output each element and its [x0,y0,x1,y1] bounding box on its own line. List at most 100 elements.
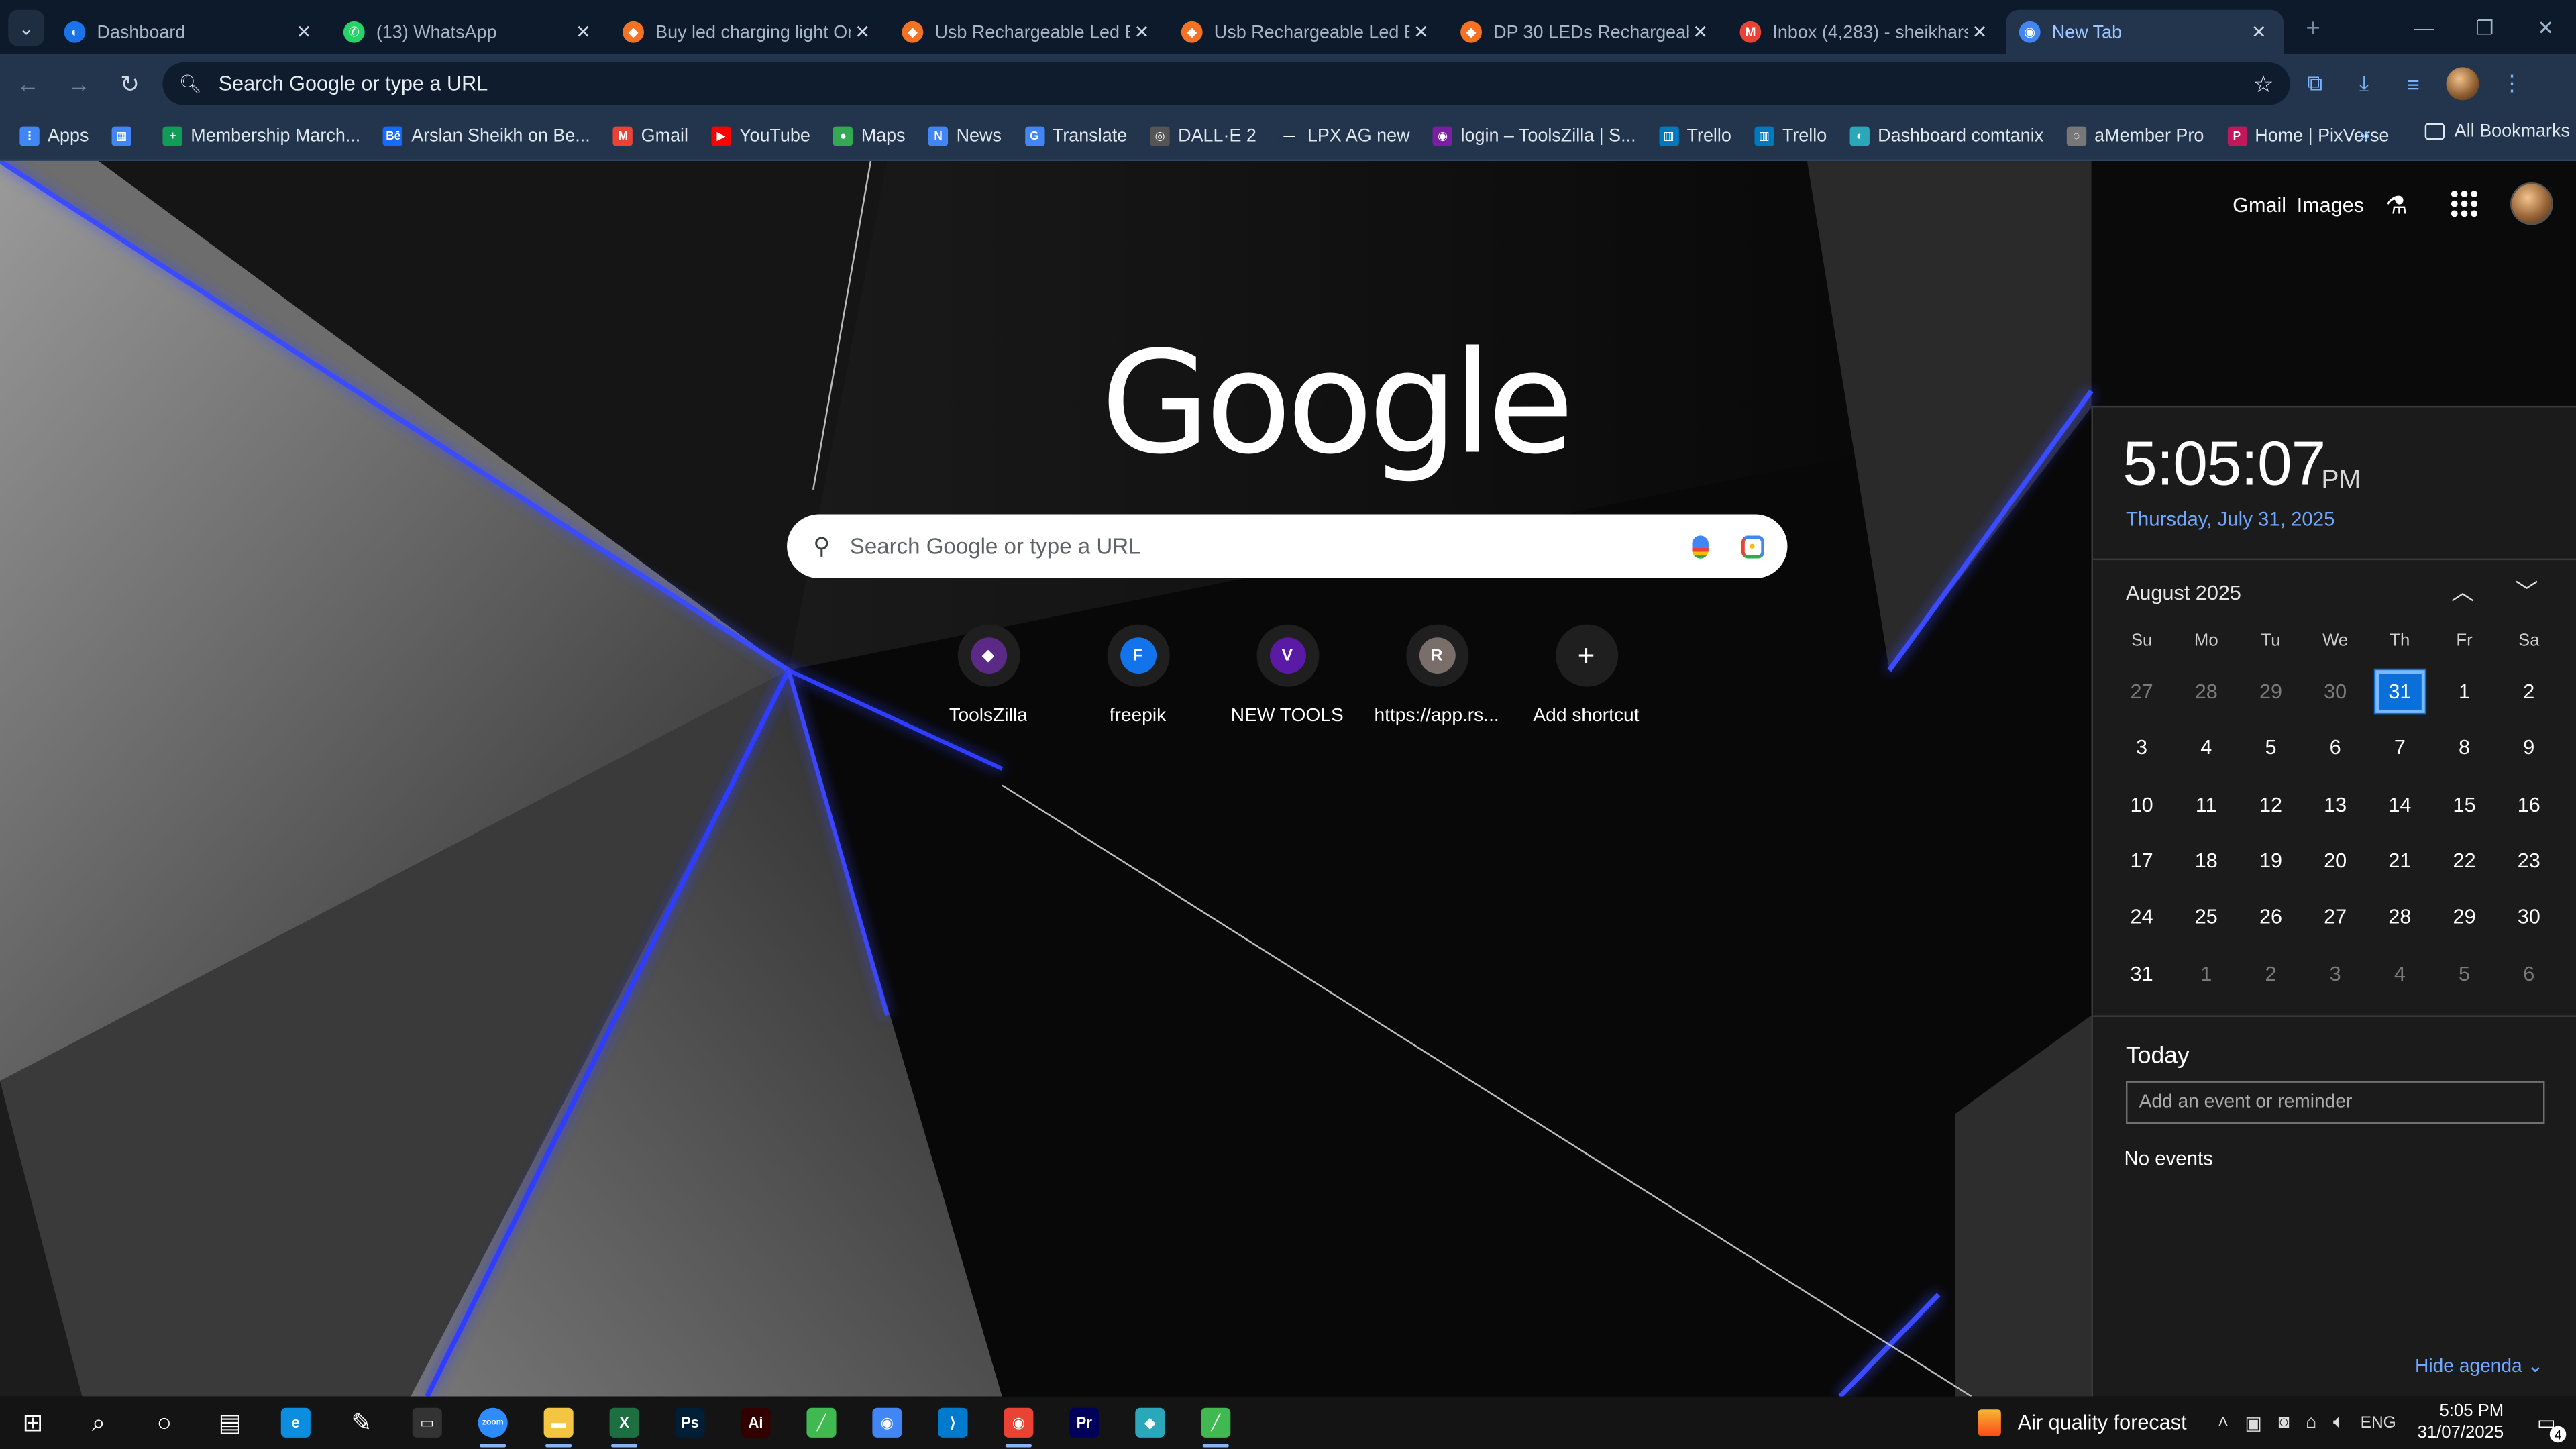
taskbar-start-button[interactable]: ⊞ [0,1397,66,1449]
microphone-icon[interactable] [1692,535,1709,558]
calendar-day[interactable]: 8 [2432,720,2496,776]
chevron-up-icon[interactable]: ˄ [2218,1413,2229,1432]
minimize-button[interactable]: — [2394,0,2455,54]
taskbar-illustrator-button[interactable]: Ai [723,1397,789,1449]
calendar-day[interactable]: 27 [2303,889,2367,945]
calendar-day[interactable]: 28 [2174,663,2239,720]
calendar-day[interactable]: 30 [2497,889,2561,945]
taskbar-clock[interactable]: 5:05 PM 31/07/2025 [2418,1401,2504,1444]
add-shortcut-button[interactable]: + Add shortcut [1511,624,1661,726]
calendar-day[interactable]: 6 [2303,720,2367,776]
download-icon[interactable]: ⤓ [2339,61,2388,107]
calendar-day[interactable]: 29 [2432,889,2496,945]
tab[interactable]: ◉ New Tab ✕ [2006,9,2284,54]
taskbar-green-app-2-button[interactable]: ╱ [1183,1397,1248,1449]
calendar-day[interactable]: 15 [2432,776,2496,833]
tab[interactable]: ✆ (13) WhatsApp ✕ [330,10,608,54]
calendar-day[interactable]: 4 [2367,945,2432,1002]
google-lens-icon[interactable] [1741,535,1765,558]
tab[interactable]: ◆ Usb Rechargeable Led Bul ✕ [1168,10,1446,54]
next-month-chevron-down-icon[interactable]: ﹀ [2515,575,2538,608]
calendar-day[interactable]: 3 [2303,945,2367,1002]
tab-close-icon[interactable]: ✕ [851,21,874,42]
calendar-day[interactable]: 18 [2174,833,2239,889]
address-bar[interactable]: 🔍︎ Search Google or type a URL ☆ [162,62,2290,105]
profile-button[interactable] [2438,61,2487,107]
taskbar-pen-button[interactable]: ✎ [329,1397,394,1449]
menu-kebab-icon[interactable]: ⋮ [2487,61,2536,107]
bookmarks-overflow-chevron-icon[interactable]: » [2359,123,2370,146]
tab[interactable]: ◆ Buy led charging light On ✕ [610,10,888,54]
calendar-day[interactable]: 27 [2109,663,2174,720]
taskbar-search-button[interactable]: ⌕ [66,1397,131,1449]
labs-flask-icon[interactable]: ⚗ [2385,191,2408,221]
calendar-day[interactable]: 20 [2303,833,2367,889]
previous-month-chevron-up-icon[interactable]: ︿ [2451,575,2474,608]
google-apps-icon[interactable] [2451,191,2478,217]
bookmark-item[interactable]: + Membership March... [162,126,360,146]
calendar-day[interactable]: 21 [2367,833,2432,889]
new-tab-button[interactable]: + [2295,10,2331,46]
taskbar-green-app-button[interactable]: ╱ [789,1397,855,1449]
tab-close-icon[interactable]: ✕ [1409,21,1432,42]
volume-icon[interactable]: 🔈︎ [2333,1412,2344,1434]
calendar-day[interactable]: 5 [2432,945,2496,1002]
taskbar-vscode-button[interactable]: ⟩ [920,1397,985,1449]
calendar-day[interactable]: 7 [2367,720,2432,776]
calendar-day[interactable]: 11 [2174,776,2239,833]
calendar-day[interactable]: 14 [2367,776,2432,833]
flyout-date-link[interactable]: Thursday, July 31, 2025 [2126,508,2334,531]
bookmark-item[interactable]: ● Maps [833,126,906,146]
bookmark-item[interactable]: ◐ Dashboard comtanix [1849,126,2043,146]
calendar-day[interactable]: 6 [2497,945,2561,1002]
tab-close-icon[interactable]: ✕ [1968,21,1991,42]
taskbar-task-view-button[interactable]: ▤ [197,1397,263,1449]
back-button[interactable]: ← [5,61,51,107]
calendar-day[interactable]: 1 [2174,945,2239,1002]
calendar-day[interactable]: 2 [2497,663,2561,720]
shortcut-tile[interactable]: ◆ ToolsZilla [914,624,1063,726]
gmail-link[interactable]: Gmail [2233,194,2286,217]
extensions-icon[interactable]: ⧉ [2290,61,2339,107]
taskbar-edge-button[interactable]: e [263,1397,329,1449]
bookmark-item[interactable]: N News [928,126,1002,146]
bookmark-item[interactable]: G Translate [1024,126,1127,146]
month-label[interactable]: August 2025 [2126,582,2241,604]
tab-close-icon[interactable]: ✕ [1689,21,1712,42]
calendar-day[interactable]: 10 [2109,776,2174,833]
air-quality-widget[interactable]: Air quality forecast [1978,1409,2187,1436]
shortcut-tile[interactable]: Ffreepik [1063,624,1212,726]
tab-search-button[interactable]: ⌄ [8,9,45,46]
language-indicator[interactable]: ENG [2361,1413,2396,1432]
bookmark-item[interactable]: M Gmail [613,126,688,146]
calendar-day[interactable]: 1 [2432,663,2496,720]
tab-close-icon[interactable]: ✕ [2247,21,2270,42]
ntp-search-box[interactable]: ⚲ Search Google or type a URL [787,514,1788,579]
meet-now-icon[interactable]: ▣ [2245,1412,2261,1433]
taskbar-chrome-profile-button[interactable]: ◉ [985,1397,1051,1449]
calendar-day[interactable]: 23 [2497,833,2561,889]
account-avatar[interactable] [2510,182,2553,225]
reading-list-icon[interactable]: ≡ [2389,61,2438,107]
tab[interactable]: ◐ Dashboard ✕ [51,10,329,54]
images-link[interactable]: Images [2297,194,2364,217]
all-bookmarks-button[interactable]: All Bookmarks [2424,121,2570,142]
taskbar-blue-app-button[interactable]: ◆ [1117,1397,1183,1449]
bookmark-item[interactable]: ⋮ Apps [19,126,89,146]
add-event-input[interactable]: Add an event or reminder [2125,1081,2545,1124]
bookmark-item[interactable]: ▥ Trello [1658,126,1731,146]
calendar-day[interactable]: 16 [2497,776,2561,833]
bookmark-item[interactable]: ◌ aMember Pro [2066,126,2204,146]
calendar-day[interactable]: 9 [2497,720,2561,776]
notification-center-icon[interactable]: ▭ 4 [2527,1406,2567,1443]
bookmark-item[interactable]: ▦ [111,126,140,146]
tab[interactable]: ◆ DP 30 LEDs Rechargeable ✕ [1448,10,1725,54]
bookmark-item[interactable]: Bē Arslan Sheikh on Be... [383,126,590,146]
bookmark-item[interactable]: ▶ YouTube [711,126,810,146]
calendar-day[interactable]: 26 [2239,889,2303,945]
restore-button[interactable]: ❐ [2455,0,2516,54]
shortcut-tile[interactable]: Rhttps://app.rs... [1362,624,1511,726]
calendar-day[interactable]: 25 [2174,889,2239,945]
tab-close-icon[interactable]: ✕ [1130,21,1153,42]
taskbar-terminal-button[interactable]: ▭ [394,1397,460,1449]
